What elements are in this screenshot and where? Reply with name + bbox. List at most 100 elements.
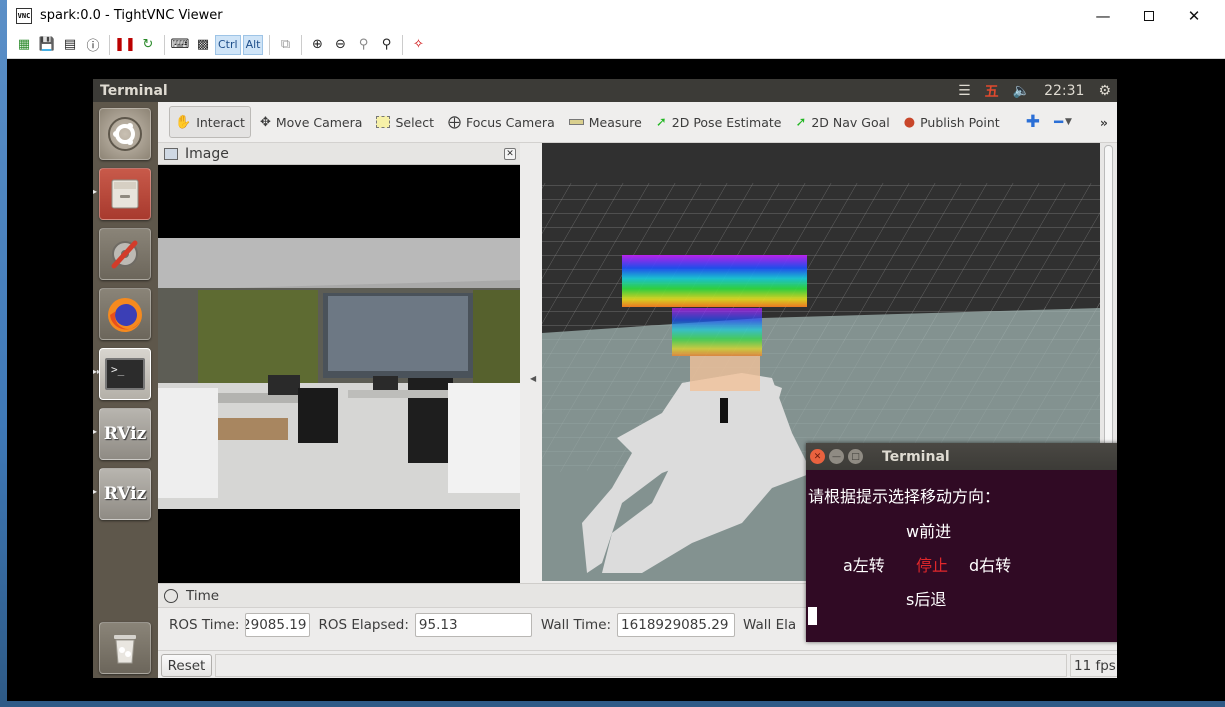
ubuntu-logo-icon	[108, 117, 142, 151]
select-icon	[376, 116, 391, 128]
alt-key-toggle[interactable]: Alt	[242, 34, 264, 55]
zoom-out-icon: ⊖	[335, 37, 346, 52]
ros-time-field[interactable]: 29085.19	[245, 613, 311, 637]
launcher-ubuntu-dash[interactable]	[99, 108, 151, 160]
pose-arrow-icon: ➚	[655, 114, 667, 130]
terminal-maximize-icon[interactable]: □	[848, 449, 863, 464]
camera-view-graphic	[158, 238, 520, 509]
new-connection-button[interactable]: ▦	[13, 34, 35, 56]
minimize-button[interactable]: —	[1080, 0, 1126, 31]
camera-image	[158, 238, 520, 509]
tool-interact[interactable]: ✋ Interact	[169, 106, 251, 138]
connection-info-button[interactable]: ⓘ	[82, 34, 104, 56]
clock[interactable]: 22:31	[1044, 83, 1084, 99]
zoom-actual-icon: ⚲	[358, 37, 369, 52]
toolbar-separator	[402, 34, 404, 55]
ros-elapsed-field[interactable]: 95.13	[414, 613, 532, 637]
launcher-rviz-1[interactable]: RViz	[99, 408, 151, 460]
ruler-icon	[568, 119, 584, 125]
indicator-area: ☰ 五 🔈 22:31 ⚙	[958, 79, 1111, 102]
chevron-down-icon: ▼	[1064, 117, 1072, 127]
zoom-100-button[interactable]: ⚲	[352, 34, 374, 56]
toolbar-overflow-button[interactable]: »	[1095, 106, 1113, 138]
minus-icon: ━	[1053, 113, 1063, 131]
tool-measure-label: Measure	[588, 114, 642, 130]
tool-focus-camera-label: Focus Camera	[466, 114, 555, 130]
tool-interact-label: Interact	[196, 114, 245, 130]
zoom-in-icon: ⊕	[312, 37, 323, 52]
wall-time-field[interactable]: 1618929085.29	[617, 613, 736, 637]
zoom-out-button[interactable]: ⊖	[329, 34, 351, 56]
options-button[interactable]: ▤	[59, 34, 81, 56]
maximize-icon	[1144, 10, 1154, 21]
running-indicator: ▸	[93, 427, 98, 436]
windows-key-icon: ▩	[196, 37, 210, 52]
launcher-system-settings[interactable]	[99, 228, 151, 280]
minimize-icon: —	[1095, 6, 1111, 25]
fullscreen-button[interactable]: ✧	[407, 34, 429, 56]
settings-gear-icon[interactable]: ⚙	[1098, 83, 1111, 99]
toolbar-separator	[109, 34, 110, 55]
pause-icon: ❚❚	[114, 37, 136, 52]
tool-focus-camera[interactable]: ⨁ Focus Camera	[443, 106, 560, 138]
tool-publish-point[interactable]: ● Publish Point	[899, 106, 1005, 138]
tool-2d-nav-goal[interactable]: ➚ 2D Nav Goal	[790, 106, 894, 138]
add-tool-button[interactable]: ✚	[1021, 106, 1045, 138]
image-panel-close-icon[interactable]: ✕	[504, 148, 516, 160]
firefox-icon	[108, 298, 142, 332]
zoom-fit-button[interactable]: ⚲	[375, 34, 397, 56]
tool-move-camera[interactable]: ✥ Move Camera	[255, 106, 367, 138]
tool-select[interactable]: Select	[371, 106, 439, 138]
save-icon: 💾	[38, 37, 56, 52]
ctrl-esc-button[interactable]: ▩	[192, 34, 214, 56]
ctrl-key-toggle[interactable]: Ctrl	[215, 34, 241, 55]
fps-indicator: 11 fps	[1070, 654, 1117, 677]
info-icon: ⓘ	[86, 39, 100, 54]
toolbar-separator	[164, 34, 165, 55]
move-camera-icon: ✥	[259, 114, 271, 130]
tool-move-camera-label: Move Camera	[275, 114, 363, 130]
transfer-files-button[interactable]: ⧉	[274, 34, 296, 56]
tool-publish-point-label: Publish Point	[920, 114, 1000, 130]
refresh-button[interactable]: ↻	[137, 34, 159, 56]
reset-button[interactable]: Reset	[161, 654, 212, 677]
image-panel-header[interactable]: Image ✕	[158, 143, 520, 165]
launcher-firefox[interactable]	[99, 288, 151, 340]
tool-2d-pose-estimate[interactable]: ➚ 2D Pose Estimate	[651, 106, 787, 138]
terminal-titlebar[interactable]: ✕ — □ Terminal	[806, 443, 1117, 470]
terminal-cursor	[808, 607, 817, 625]
terminal-forward-option: w前进	[906, 522, 952, 541]
running-indicator: ▸▸	[93, 367, 102, 376]
launcher-terminal[interactable]: >_	[99, 348, 151, 400]
terminal-window[interactable]: ✕ — □ Terminal 请根据提示选择移动方向： w前进 a左转 停止 d…	[806, 443, 1117, 642]
launcher-file-manager[interactable]	[99, 168, 151, 220]
trash-icon	[114, 635, 136, 664]
vnc-titlebar[interactable]: VNC spark:0.0 - TightVNC Viewer — ✕	[7, 0, 1225, 31]
terminal-output[interactable]: 请根据提示选择移动方向： w前进 a左转 停止 d右转 s后退	[806, 470, 1117, 642]
splitter-left-arrow-icon[interactable]: ◀	[530, 374, 536, 383]
ros-elapsed-label: ROS Elapsed:	[318, 617, 409, 633]
zoom-in-button[interactable]: ⊕	[306, 34, 328, 56]
hand-icon: ✋	[175, 114, 192, 130]
wifi-icon[interactable]: ☰	[958, 83, 971, 99]
status-bar	[215, 654, 1067, 677]
terminal-close-icon[interactable]: ✕	[810, 449, 825, 464]
running-indicator: ▸	[93, 187, 98, 196]
terminal-minimize-icon[interactable]: —	[829, 449, 844, 464]
ubuntu-top-panel: Terminal ☰ 五 🔈 22:31 ⚙	[93, 79, 1117, 102]
remove-tool-button[interactable]: ━ ▼	[1049, 106, 1077, 138]
keyboard-icon: ⌨	[170, 37, 190, 52]
maximize-button[interactable]	[1126, 0, 1172, 31]
save-session-button[interactable]: 💾	[36, 34, 58, 56]
launcher-trash[interactable]	[99, 622, 151, 674]
ctrl-alt-del-button[interactable]: ⌨	[169, 34, 191, 56]
close-button[interactable]: ✕	[1171, 0, 1217, 31]
image-panel-icon	[164, 147, 178, 160]
terminal-right-option: d右转	[969, 556, 1012, 575]
volume-muted-icon[interactable]: 🔈	[1013, 83, 1030, 99]
pause-button[interactable]: ❚❚	[114, 34, 136, 56]
launcher-rviz-2[interactable]: RViz	[99, 468, 151, 520]
input-method-indicator[interactable]: 五	[985, 81, 999, 101]
close-icon: ✕	[1187, 6, 1201, 25]
tool-measure[interactable]: Measure	[564, 106, 647, 138]
